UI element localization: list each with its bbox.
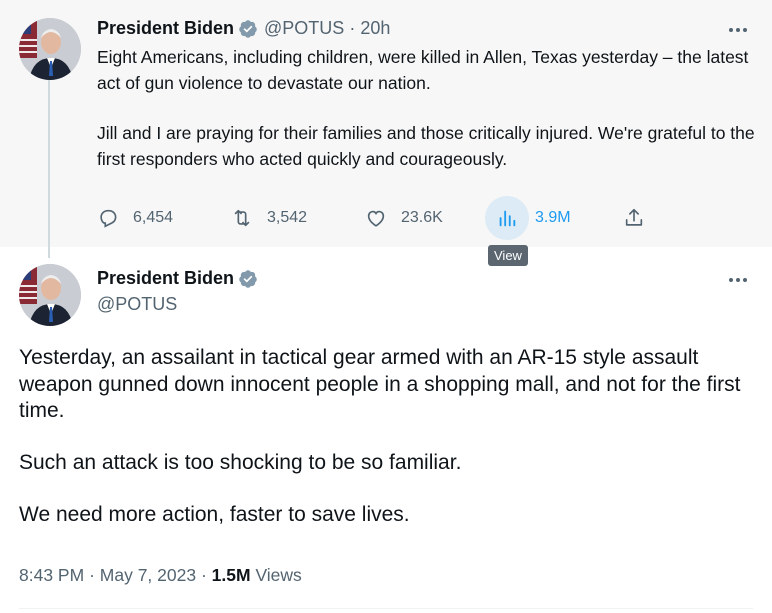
tweet-paragraph: Jill and I are praying for their familie… xyxy=(97,123,755,169)
like-count: 23.6K xyxy=(401,209,443,226)
tweet-paragraph: Eight Americans, including children, wer… xyxy=(97,47,749,93)
avatar[interactable] xyxy=(19,264,81,326)
tweet-paragraph: Such an attack is too shocking to be so … xyxy=(19,451,462,474)
views-total[interactable]: 1.5M xyxy=(212,565,251,585)
analytics-icon xyxy=(496,207,518,229)
tweet-header: President Biden xyxy=(97,268,258,289)
separator-dot: · xyxy=(349,18,356,38)
author-handle[interactable]: @POTUS xyxy=(97,294,177,315)
more-options-icon[interactable] xyxy=(726,18,750,42)
tweet-paragraph: We need more action, faster to save live… xyxy=(19,503,410,526)
tweet-timestamp-time[interactable]: 8:43 PM xyxy=(19,565,84,585)
tweet-time[interactable]: 20h xyxy=(360,18,390,39)
tweet-meta: 8:43 PM · May 7, 2023 · 1.5M Views xyxy=(19,565,302,586)
reply-button[interactable]: 6,454 xyxy=(97,196,173,240)
tweet-timestamp-date[interactable]: May 7, 2023 xyxy=(100,565,196,585)
views-label: Views xyxy=(255,565,302,585)
avatar[interactable] xyxy=(19,18,81,80)
thread-connector-line xyxy=(48,80,50,258)
views-tooltip: View xyxy=(488,245,528,266)
retweet-count: 3,542 xyxy=(267,209,308,226)
like-button[interactable]: 23.6K xyxy=(365,196,443,240)
share-button[interactable] xyxy=(623,196,645,240)
verified-badge-icon[interactable] xyxy=(238,19,258,39)
reply-count: 6,454 xyxy=(133,209,174,226)
heart-icon xyxy=(365,207,387,229)
author-handle[interactable]: @POTUS xyxy=(264,18,344,39)
views-hover-circle xyxy=(485,196,529,240)
more-options-icon[interactable] xyxy=(726,268,750,292)
tweet-text: Eight Americans, including children, wer… xyxy=(97,45,757,172)
tweet-header: President Biden @POTUS · 20h xyxy=(97,18,390,39)
author-name[interactable]: President Biden xyxy=(97,18,234,39)
verified-badge-icon[interactable] xyxy=(238,269,258,289)
reply-icon xyxy=(97,207,119,229)
separator-dot: · xyxy=(200,565,207,585)
views-button[interactable]: 3.9M xyxy=(485,196,571,240)
divider xyxy=(19,608,753,609)
tweet-text: Yesterday, an assailant in tactical gear… xyxy=(19,345,759,529)
separator-dot: · xyxy=(89,565,95,585)
author-name[interactable]: President Biden xyxy=(97,268,234,289)
retweet-icon xyxy=(231,207,253,229)
share-icon xyxy=(623,207,645,229)
views-count: 3.9M xyxy=(535,209,571,226)
tweet-paragraph: Yesterday, an assailant in tactical gear… xyxy=(19,346,741,422)
retweet-button[interactable]: 3,542 xyxy=(231,196,307,240)
